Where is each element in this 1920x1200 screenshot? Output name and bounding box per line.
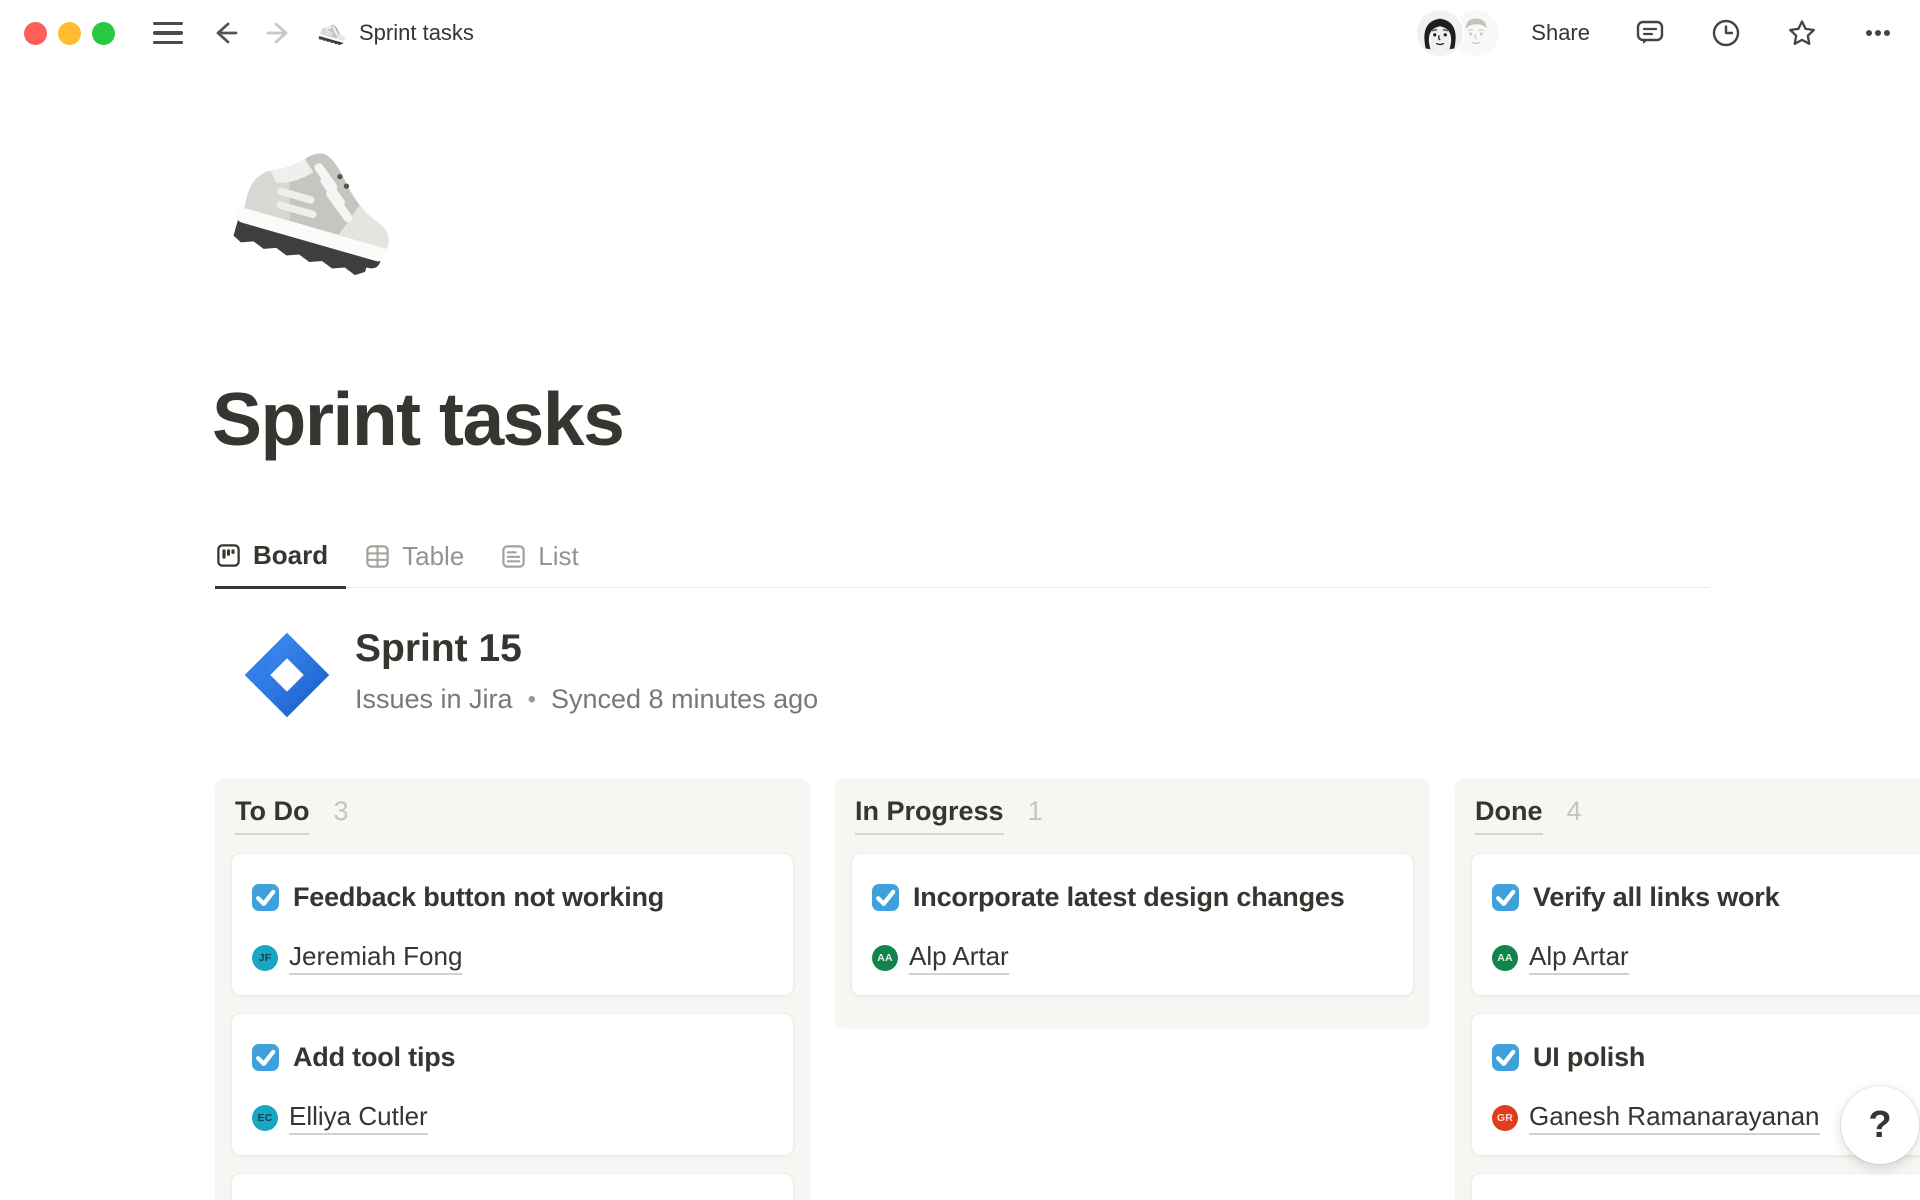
assignee-avatar: EC	[252, 1105, 278, 1131]
column-count: 1	[1028, 796, 1043, 827]
assignee-name[interactable]: Jeremiah Fong	[289, 941, 462, 975]
assignee-avatar: AA	[1492, 945, 1518, 971]
task-card[interactable]: Verify all links work AA Alp Artar	[1471, 853, 1920, 996]
column-title[interactable]: To Do	[235, 796, 309, 835]
sync-source: Issues in Jira	[355, 684, 513, 715]
task-card[interactable]	[1471, 1173, 1920, 1200]
board-view-icon	[215, 542, 242, 569]
checkbox-checked-icon[interactable]	[1492, 1044, 1519, 1071]
more-options-icon[interactable]	[1862, 17, 1894, 49]
sneaker-icon	[317, 18, 347, 48]
favorite-star-icon[interactable]	[1786, 17, 1818, 49]
checkbox-checked-icon[interactable]	[252, 1044, 279, 1071]
task-title: Add tool tips	[293, 1042, 455, 1072]
tab-label: List	[538, 541, 578, 572]
column-count: 4	[1567, 796, 1582, 827]
dot-separator: •	[528, 686, 536, 714]
column-header: To Do 3	[235, 796, 790, 835]
task-title: Verify all links work	[1533, 882, 1779, 912]
minimize-button[interactable]	[58, 22, 81, 45]
sync-title[interactable]: Sprint 15	[355, 626, 818, 672]
task-title-row: Verify all links work	[1492, 877, 1920, 917]
view-tabs: Board Table List	[215, 534, 1710, 588]
synced-database-header: Sprint 15 Issues in Jira • Synced 8 minu…	[243, 620, 818, 730]
tab-table[interactable]: Table	[346, 535, 482, 587]
column-header: In Progress 1	[855, 796, 1410, 835]
checkbox-checked-icon[interactable]	[1492, 884, 1519, 911]
tab-board[interactable]: Board	[215, 534, 346, 589]
task-card[interactable]: Feedback button not working JF Jeremiah Fo…	[231, 853, 794, 996]
updates-clock-icon[interactable]	[1710, 17, 1742, 49]
sidebar-toggle-icon[interactable]	[149, 18, 187, 48]
checkbox-checked-icon[interactable]	[252, 884, 279, 911]
share-button[interactable]: Share	[1531, 20, 1590, 46]
tab-label: Table	[402, 541, 464, 572]
page-title[interactable]: Sprint tasks	[212, 376, 623, 462]
task-card[interactable]: Incorporate latest design changes AA Alp A…	[851, 853, 1414, 996]
collaborator-avatars	[1417, 10, 1499, 56]
tab-list[interactable]: List	[482, 535, 596, 587]
close-button[interactable]	[24, 22, 47, 45]
column-count: 3	[333, 796, 348, 827]
task-title-row: UI polish	[1492, 1037, 1920, 1077]
zoom-button[interactable]	[92, 22, 115, 45]
assignee-name[interactable]: Alp Artar	[1529, 941, 1629, 975]
sync-status: Synced 8 minutes ago	[551, 684, 818, 715]
board: To Do 3 Feedback button not working JF Jerem…	[215, 778, 1920, 1200]
assignee-avatar: GR	[1492, 1105, 1518, 1131]
back-icon[interactable]	[209, 17, 241, 49]
tab-label: Board	[253, 540, 328, 571]
task-title: Incorporate latest design changes	[913, 882, 1345, 912]
jira-logo-icon	[243, 620, 331, 730]
avatar[interactable]	[1417, 10, 1463, 56]
forward-icon[interactable]	[263, 17, 295, 49]
help-button[interactable]: ?	[1841, 1086, 1919, 1164]
checkbox-checked-icon[interactable]	[872, 884, 899, 911]
task-title-row: Incorporate latest design changes	[872, 877, 1393, 917]
assignee-row: JF Jeremiah Fong	[252, 941, 773, 975]
top-bar: Sprint tasks	[0, 0, 1920, 66]
window-controls	[24, 22, 115, 45]
task-card[interactable]: Add tool tips EC Elliya Cutler	[231, 1013, 794, 1156]
board-column: To Do 3 Feedback button not working JF Jerem…	[215, 778, 810, 1200]
assignee-name[interactable]: Alp Artar	[909, 941, 1009, 975]
column-title[interactable]: Done	[1475, 796, 1543, 835]
notion-window: Sprint tasks	[0, 0, 1920, 1200]
assignee-avatar: JF	[252, 945, 278, 971]
task-title-row: Add tool tips	[252, 1037, 773, 1077]
column-header: Done 4	[1475, 796, 1920, 835]
table-view-icon	[364, 543, 391, 570]
task-title-row: Feedback button not working	[252, 877, 773, 917]
task-title: Feedback button not working	[293, 882, 664, 912]
assignee-name[interactable]: Elliya Cutler	[289, 1101, 428, 1135]
breadcrumb[interactable]: Sprint tasks	[359, 20, 474, 46]
task-title: UI polish	[1533, 1042, 1645, 1072]
assignee-row: EC Elliya Cutler	[252, 1101, 773, 1135]
list-view-icon	[500, 543, 527, 570]
comments-icon[interactable]	[1634, 17, 1666, 49]
sync-subtitle: Issues in Jira • Synced 8 minutes ago	[355, 684, 818, 715]
column-title[interactable]: In Progress	[855, 796, 1004, 835]
board-column: In Progress 1 Incorporate latest design ch…	[835, 778, 1430, 1029]
assignee-name[interactable]: Ganesh Ramanarayanan	[1529, 1101, 1820, 1135]
page-icon-sneaker[interactable]	[224, 114, 402, 292]
sync-header-text: Sprint 15 Issues in Jira • Synced 8 minu…	[355, 620, 818, 730]
assignee-row: AA Alp Artar	[872, 941, 1393, 975]
task-card[interactable]	[231, 1173, 794, 1200]
assignee-avatar: AA	[872, 945, 898, 971]
assignee-row: AA Alp Artar	[1492, 941, 1920, 975]
